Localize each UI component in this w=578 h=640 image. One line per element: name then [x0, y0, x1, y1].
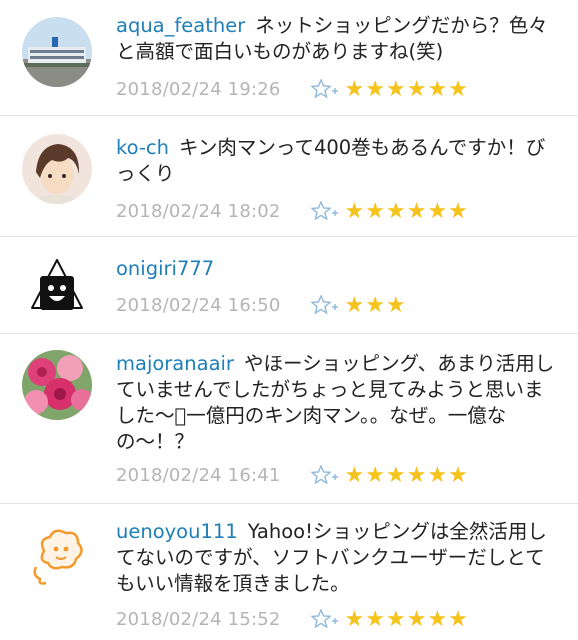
username-link[interactable]: onigiri777 [116, 257, 214, 280]
username-link[interactable]: majoranaair [116, 352, 234, 375]
timestamp: 2018/02/24 15:52 [116, 608, 281, 630]
comment-meta: 2018/02/24 19:26 ★★★★★★ [116, 76, 469, 102]
comment-body: ko-ch キン肉マンって400巻もあるんですか！びっくり [116, 135, 558, 187]
comment-meta: 2018/02/24 16:50 ★★★ [116, 292, 407, 318]
rose-flowers-avatar[interactable] [22, 350, 92, 420]
onigiri-avatar[interactable] [22, 250, 92, 320]
star-rating: ★★★★★★ [344, 462, 469, 488]
comment-list: aqua_feather ネットショッピングだから？色々と高額で面白いものがありま… [0, 0, 578, 640]
star-plus-icon[interactable] [310, 294, 341, 316]
username-link[interactable]: uenoyou111 [116, 520, 238, 543]
star-rating: ★★★★★★ [344, 76, 469, 102]
comment-body: onigiri777 [116, 256, 558, 282]
comment-body: aqua_feather ネットショッピングだから？色々と高額で面白いものがありま… [116, 13, 558, 65]
timestamp: 2018/02/24 16:50 [116, 294, 281, 316]
comment-text: キン肉マンって400巻もあるんですか！びっくり [116, 136, 546, 185]
star-plus-icon[interactable] [310, 200, 341, 222]
star-rating: ★★★ [344, 292, 407, 318]
star-plus-icon[interactable] [310, 78, 341, 100]
comment-item: onigiri777 2018/02/24 16:50 ★★★ [0, 237, 578, 334]
comment-meta: 2018/02/24 16:41 ★★★★★★ [116, 462, 469, 488]
comment-item: uenoyou111 Yahoo!ショッピングは全然活用してないのですが、ソフトバ… [0, 504, 578, 640]
star-plus-icon[interactable] [310, 608, 341, 630]
orange-mascot-avatar[interactable] [22, 521, 92, 591]
comment-meta: 2018/02/24 18:02 ★★★★★★ [116, 198, 469, 224]
timestamp: 2018/02/24 19:26 [116, 78, 281, 100]
timestamp: 2018/02/24 18:02 [116, 200, 281, 222]
building-photo-avatar[interactable] [22, 17, 92, 87]
star-rating: ★★★★★★ [344, 198, 469, 224]
username-link[interactable]: aqua_feather [116, 14, 245, 37]
timestamp: 2018/02/24 16:41 [116, 464, 281, 486]
star-plus-icon[interactable] [310, 464, 341, 486]
comment-item: ko-ch キン肉マンって400巻もあるんですか！びっくり 2018/02/24 … [0, 116, 578, 237]
star-rating: ★★★★★★ [344, 606, 469, 632]
comment-item: majoranaair やほーショッピング、あまり活用していませんでしたがちょっと… [0, 334, 578, 504]
username-link[interactable]: ko-ch [116, 136, 169, 159]
comment-body: majoranaair やほーショッピング、あまり活用していませんでしたがちょっと… [116, 351, 558, 455]
comment-body: uenoyou111 Yahoo!ショッピングは全然活用してないのですが、ソフトバ… [116, 519, 558, 597]
anime-character-avatar[interactable] [22, 134, 92, 204]
comment-meta: 2018/02/24 15:52 ★★★★★★ [116, 606, 469, 632]
comment-item: aqua_feather ネットショッピングだから？色々と高額で面白いものがありま… [0, 0, 578, 116]
